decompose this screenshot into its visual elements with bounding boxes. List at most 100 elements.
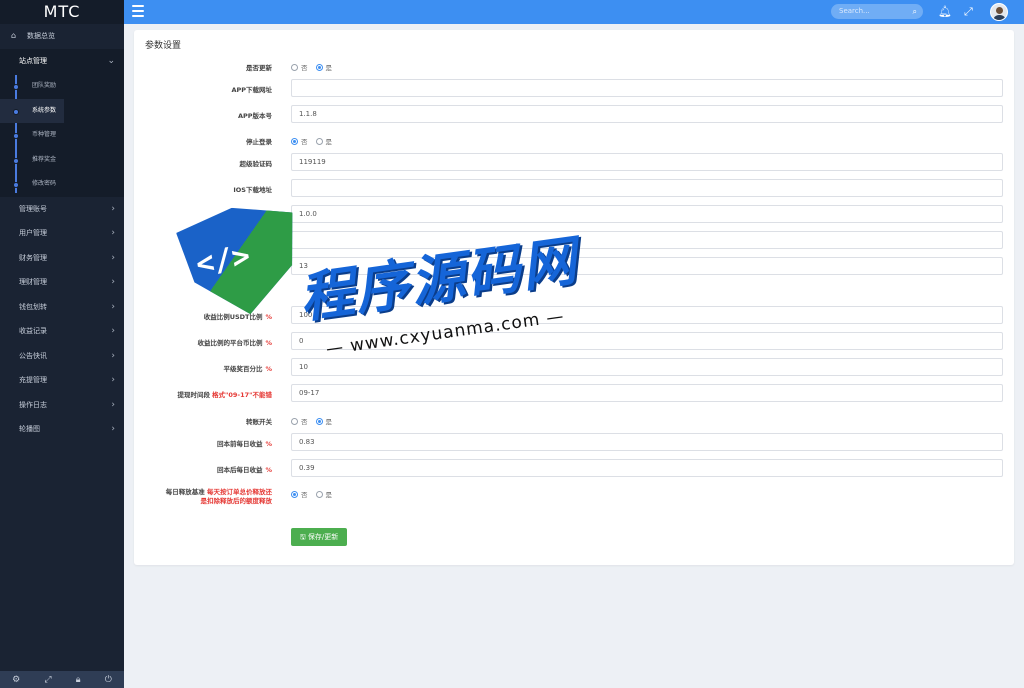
radio-no[interactable] [291,63,298,71]
level-bonus-input[interactable]: 10 [291,358,1003,376]
sidebar-item-news[interactable]: 公告快讯 › [0,344,124,369]
withdraw-time-input[interactable]: 09-17 [291,384,1003,402]
search-placeholder: Search... [839,7,870,15]
chevron-down-icon: ⌄ [107,55,115,66]
sidebar-item-label: 收益记录 [19,327,47,335]
field-label: 收益比例的平台币比例% [197,337,272,347]
fullscreen-icon[interactable]: ⤢ [964,4,973,19]
after-return-input[interactable]: 0.39 [291,459,1003,477]
field-label: 回本前每日收益% [217,438,272,448]
sidebar-item-wallet[interactable]: 钱包划转 › [0,295,124,320]
field-label-text: 每日释放基准 [165,488,205,496]
sidebar-item-finance[interactable]: 财务管理 › [0,246,124,271]
chevron-right-icon: › [111,399,115,410]
bullet-icon [13,157,19,164]
sidebar-subitem-system-params[interactable]: 系统参数 [0,98,64,123]
bullet-icon [13,133,19,139]
version-input[interactable]: 1.0.0 [291,205,1003,223]
sidebar-item-deposit[interactable]: 充提管理 › [0,368,124,393]
sidebar-item-dashboard[interactable]: ⌂ 数据总览 [0,24,124,49]
percent-sign: % [265,339,272,347]
sidebar-subitem-referral[interactable]: 推荐奖金 [0,148,124,173]
gear-icon[interactable]: ⚙ [12,675,20,685]
search-icon[interactable]: ⌕ [913,4,917,19]
field-label: 每日释放基准 每天按订单总价释放还 是扣除释放后的额度释放 [166,488,272,506]
app-version-input[interactable]: 1.1.8 [291,105,1003,123]
text-input[interactable]: 13 [291,257,1003,275]
settings-card: 参数设置 是否更新 否 是 APP下载网址 APP版本号 1.1.8 停止登录 … [134,30,1014,565]
sidebar-subitem-currency[interactable]: 币种管理 [0,123,124,148]
field-label: 回本后每日收益% [217,464,272,474]
bullet-icon [13,108,19,115]
field-label-text: 提现时间段 [177,391,210,399]
avatar[interactable] [990,3,1008,21]
chevron-right-icon: › [111,203,115,214]
brand-logo: MTC [0,0,124,24]
field-label-text: 平级奖百分比 [223,365,263,373]
expand-icon[interactable]: ⤢ [44,675,51,685]
radio-no[interactable] [291,490,298,498]
field-label: 提现时间段 格式"09-17"不能错 [177,389,272,399]
field-hint: 是扣除释放后的额度释放 [200,497,273,505]
power-icon[interactable]: ⏻ [105,675,112,685]
home-icon: ⌂ [11,31,17,40]
sidebar: MTC ⌂ 数据总览 站点管理 ⌄ 团队奖励 系统参数 币种管理 推荐奖金 修改… [0,0,124,688]
bell-icon[interactable]: 🔔︎ [938,4,952,19]
radio-no[interactable] [291,137,298,145]
sidebar-item-label: 充提管理 [19,376,47,384]
radio-yes[interactable] [315,63,323,71]
save-button[interactable]: 🖫︎ 保存/更新 [291,528,347,546]
sidebar-item-earnings[interactable]: 收益记录 › [0,319,124,344]
field-label: 是否更新 [246,64,272,72]
sidebar-item-label: 钱包划转 [19,302,47,311]
lock-icon[interactable]: 🔒︎ [76,675,81,685]
app-url-input[interactable] [291,79,1003,97]
field-label: 超级验证码 [239,160,273,168]
sidebar-item-carousel[interactable]: 轮播图 › [0,417,124,442]
radio-label: 否 [301,138,308,146]
chevron-right-icon: › [111,375,115,385]
before-return-input[interactable]: 0.83 [291,433,1003,451]
chevron-right-icon: › [111,252,115,263]
field-label: 转账开关 [246,418,272,426]
sidebar-item-logs[interactable]: 操作日志 › [0,393,124,418]
save-icon: 🖫︎ [299,533,308,541]
sidebar-item-admin[interactable]: 管理账号 › [0,197,124,222]
field-label-text: 收益比例的平台币比例 [197,339,263,347]
radio-yes[interactable] [315,490,323,498]
sidebar-item-label: 用户管理 [19,229,47,237]
chevron-right-icon: › [111,424,115,434]
search-input[interactable]: Search... ⌕ [831,4,923,19]
platform-ratio-input[interactable]: 0 [291,332,1003,350]
sidebar-subitem-team-reward[interactable]: 团队奖励 [0,74,124,99]
sidebar-subitem-label: 推荐奖金 [32,155,57,163]
field-label-text: 收益比例USDT比例 [203,313,263,321]
sidebar-item-label: 公告快讯 [19,351,47,360]
sidebar-subitem-label: 团队奖励 [32,82,57,89]
radio-label: 是 [325,138,333,146]
text-input[interactable] [291,231,1003,249]
sidebar-item-users[interactable]: 用户管理 › [0,221,124,246]
radio-yes[interactable] [315,417,323,425]
sidebar-item-label: 数据总览 [27,32,55,40]
field-hint: 格式"09-17"不能错 [211,391,272,399]
radio-label: 是 [325,418,333,426]
field-label: 收益比例USDT比例% [204,311,272,321]
sidebar-item-site[interactable]: 站点管理 ⌄ [0,48,124,73]
sidebar-item-label: 站点管理 [19,56,47,65]
field-label: 平级奖百分比% [223,363,272,373]
page-title: 参数设置 [145,41,182,51]
sidebar-subitem-password[interactable]: 修改密码 [0,172,124,197]
sidebar-item-wealth[interactable]: 理财管理 › [0,270,124,295]
super-code-input[interactable]: 119119 [291,153,1003,171]
field-label: 版本 [259,212,272,220]
radio-yes[interactable] [315,137,323,145]
menu-icon[interactable] [132,5,144,17]
ios-url-input[interactable] [291,179,1003,197]
usdt-ratio-input[interactable]: 100 [291,306,1003,324]
radio-no[interactable] [291,417,298,425]
sidebar-item-label: 财务管理 [19,253,47,262]
stop-login-radio-group: 否 是 [291,136,340,146]
radio-label: 否 [301,64,308,72]
chevron-right-icon: › [111,326,115,336]
